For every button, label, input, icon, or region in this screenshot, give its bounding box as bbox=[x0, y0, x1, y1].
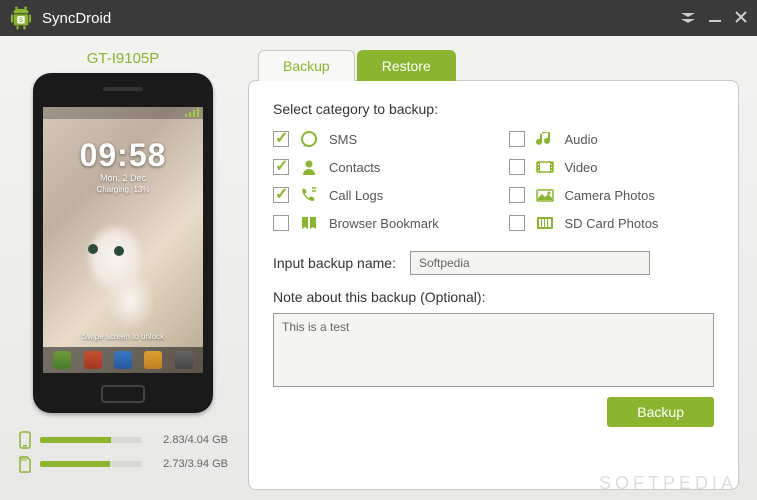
lockscreen-date: Mon, 2 Dec bbox=[43, 173, 203, 183]
checkbox-sdcard[interactable] bbox=[509, 215, 525, 231]
category-label: Browser Bookmark bbox=[329, 216, 439, 231]
titlebar: S SyncDroid bbox=[0, 0, 757, 36]
internal-storage-icon bbox=[18, 431, 32, 449]
category-calllogs: Call Logs bbox=[273, 185, 479, 205]
app-logo-icon: S bbox=[10, 6, 32, 30]
checkbox-contacts[interactable] bbox=[273, 159, 289, 175]
category-label: Audio bbox=[565, 132, 598, 147]
sdcard-icon bbox=[535, 213, 555, 233]
select-category-label: Select category to backup: bbox=[273, 101, 714, 117]
checkbox-sms[interactable] bbox=[273, 131, 289, 147]
checkbox-audio[interactable] bbox=[509, 131, 525, 147]
category-sdcard: SD Card Photos bbox=[509, 213, 715, 233]
minimize-icon[interactable] bbox=[709, 10, 721, 26]
calllogs-icon bbox=[299, 185, 319, 205]
lockscreen-charging: Charging, 13% bbox=[43, 185, 203, 194]
lockscreen-time: 09:58 bbox=[43, 137, 203, 174]
video-icon bbox=[535, 157, 555, 177]
category-label: Video bbox=[565, 160, 598, 175]
checkbox-calllogs[interactable] bbox=[273, 187, 289, 203]
storage-info: 2.83/4.04 GB 2.73/3.94 GB bbox=[18, 431, 228, 479]
backup-name-input[interactable] bbox=[410, 251, 650, 275]
swipe-hint: Swipe screen to unlock bbox=[43, 332, 203, 341]
checkbox-camera[interactable] bbox=[509, 187, 525, 203]
category-label: Camera Photos bbox=[565, 188, 655, 203]
audio-icon bbox=[535, 129, 555, 149]
contacts-icon bbox=[299, 157, 319, 177]
category-label: Contacts bbox=[329, 160, 380, 175]
note-label: Note about this backup (Optional): bbox=[273, 289, 714, 305]
category-label: SMS bbox=[329, 132, 357, 147]
category-camera: Camera Photos bbox=[509, 185, 715, 205]
close-icon[interactable] bbox=[735, 10, 747, 26]
backup-name-label: Input backup name: bbox=[273, 255, 396, 271]
internal-storage-text: 2.83/4.04 GB bbox=[150, 434, 228, 446]
category-video: Video bbox=[509, 157, 715, 177]
camera-icon bbox=[535, 185, 555, 205]
device-panel: GT-I9105P 09:58 Mon, 2 Dec Charging, 13%… bbox=[18, 50, 228, 490]
device-name: GT-I9105P bbox=[87, 50, 160, 67]
sms-icon bbox=[299, 129, 319, 149]
sd-storage-icon bbox=[18, 455, 32, 473]
sd-storage-fill bbox=[40, 461, 110, 467]
category-sms: SMS bbox=[273, 129, 479, 149]
sd-storage-text: 2.73/3.94 GB bbox=[150, 458, 228, 470]
category-contacts: Contacts bbox=[273, 157, 479, 177]
app-title: SyncDroid bbox=[42, 10, 681, 27]
category-bookmark: Browser Bookmark bbox=[273, 213, 479, 233]
backup-panel: Select category to backup: SMS Audio Conta… bbox=[248, 80, 739, 490]
category-label: Call Logs bbox=[329, 188, 383, 203]
internal-storage-fill bbox=[40, 437, 111, 443]
category-label: SD Card Photos bbox=[565, 216, 659, 231]
bookmark-icon bbox=[299, 213, 319, 233]
category-audio: Audio bbox=[509, 129, 715, 149]
tab-backup[interactable]: Backup bbox=[258, 50, 355, 81]
checkbox-bookmark[interactable] bbox=[273, 215, 289, 231]
tab-restore[interactable]: Restore bbox=[357, 50, 456, 81]
backup-button[interactable]: Backup bbox=[607, 397, 714, 427]
phone-preview: 09:58 Mon, 2 Dec Charging, 13% Swipe scr… bbox=[33, 73, 213, 413]
note-input[interactable] bbox=[273, 313, 714, 387]
svg-text:S: S bbox=[19, 17, 24, 24]
checkbox-video[interactable] bbox=[509, 159, 525, 175]
menu-icon[interactable] bbox=[681, 10, 695, 26]
